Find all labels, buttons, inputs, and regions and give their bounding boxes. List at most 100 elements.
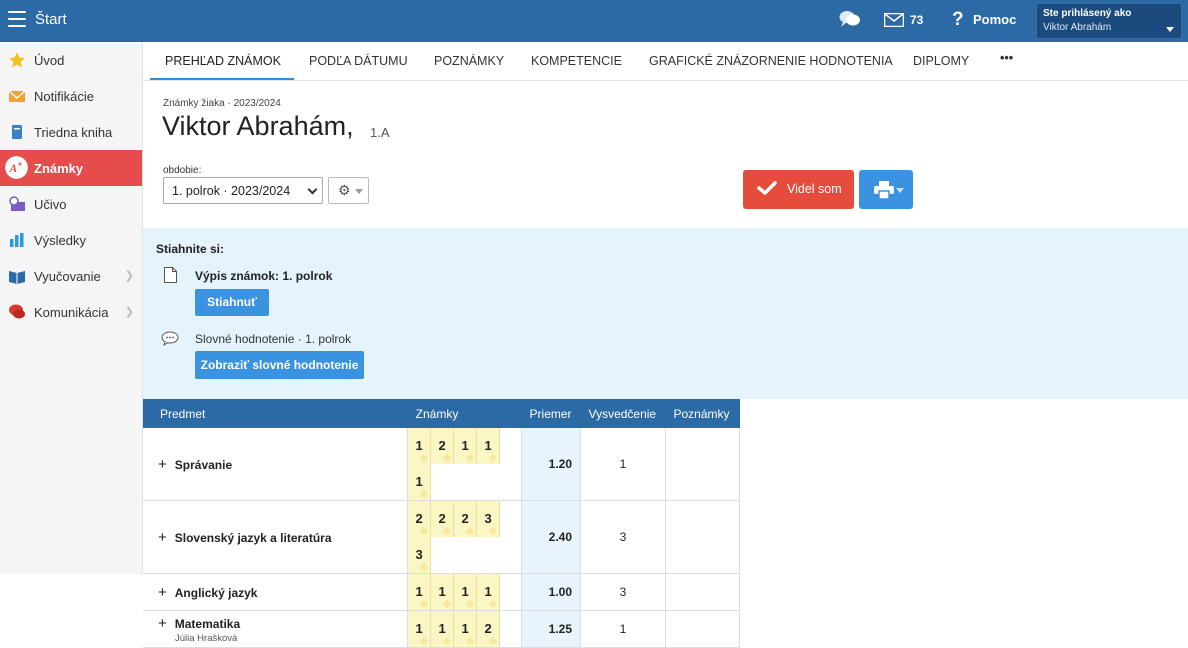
certificate-cell: 3 (580, 500, 666, 574)
help-link[interactable]: Pomoc (973, 12, 1016, 27)
help-icon[interactable]: ? (952, 9, 964, 31)
grade-mark[interactable]: 1 (408, 428, 432, 464)
grade-mark[interactable]: 1 (454, 574, 478, 610)
tab-poznamky[interactable]: POZNÁMKY (434, 54, 504, 68)
certificate-cell: 3 (580, 573, 666, 611)
grade-mark[interactable]: 1 (408, 574, 432, 610)
envelope-icon (8, 90, 26, 102)
grade-mark[interactable]: 1 (454, 428, 478, 464)
average-cell: 1.25 (521, 610, 582, 648)
period-select-value: 1. polrok · 2023/2024 (172, 184, 291, 198)
bar-chart-icon (10, 233, 24, 247)
hamburger-menu-icon[interactable] (8, 11, 26, 27)
tab-graficke-znazornenie[interactable]: GRAFICKÉ ZNÁZORNENIE HODNOTENIA (649, 54, 893, 68)
column-header-znamky: Známky (407, 399, 522, 428)
tab-podla-datumu[interactable]: PODĽA DÁTUMU (309, 54, 408, 68)
grade-mark[interactable]: 1 (408, 464, 432, 500)
print-button[interactable] (859, 170, 913, 209)
sidebar-item-label: Učivo (34, 196, 67, 212)
certificate-cell: 1 (580, 610, 666, 648)
tab-more[interactable]: ••• (1000, 51, 1013, 65)
subject-cell[interactable]: + Anglický jazyk (143, 573, 409, 611)
grade-mark[interactable]: 2 (454, 501, 478, 537)
sidebar-item-vyucovanie[interactable]: Vyučovanie ❯ (0, 258, 142, 294)
grade-mark[interactable]: 2 (431, 501, 455, 537)
subject-cell[interactable]: + Matematika Júlia Hrašková (143, 610, 409, 648)
sidebar-item-znamky[interactable]: A + Známky (0, 150, 142, 186)
chevron-right-icon: ❯ (124, 270, 134, 282)
grade-mark[interactable]: 2 (431, 428, 455, 464)
open-book-icon (9, 271, 25, 284)
period-select[interactable]: 1. polrok · 2023/2024 (163, 177, 323, 204)
download-button[interactable]: Stiahnuť (195, 289, 269, 316)
tab-kompetencie[interactable]: KOMPETENCIE (531, 54, 622, 68)
grade-mark[interactable]: 1 (477, 574, 501, 610)
show-verbal-assessment-button[interactable]: Zobraziť slovné hodnotenie (195, 351, 364, 379)
subject-cell[interactable]: + Správanie (143, 428, 409, 501)
expand-plus-icon[interactable]: + (158, 584, 167, 601)
sidebar-item-label: Známky (34, 160, 84, 176)
download-section: Stiahnite si: Výpis známok: 1. polrok St… (143, 228, 1188, 399)
mail-icon[interactable] (884, 13, 904, 27)
table-row[interactable]: + Anglický jazyk 1111 1.00 3 (143, 573, 741, 611)
caret-down-icon (355, 189, 363, 194)
printer-icon (874, 181, 894, 199)
subject-name: Matematika (174, 616, 241, 631)
grades-cell: 1112 (407, 610, 523, 648)
note-cell (665, 500, 741, 574)
tab-prehlad-znamok[interactable]: PREHĽAD ZNÁMOK (165, 54, 281, 68)
tab-bar: PREHĽAD ZNÁMOK PODĽA DÁTUMU POZNÁMKY KOM… (143, 42, 1188, 81)
star-icon (9, 52, 25, 68)
grade-mark[interactable]: 3 (477, 501, 501, 537)
sidebar-item-ucivo[interactable]: Učivo (0, 186, 142, 222)
user-menu[interactable]: Ste prihlásený ako Viktor Abrahám (1036, 3, 1182, 39)
certificate-cell: 1 (580, 428, 666, 501)
settings-dropdown-button[interactable]: ⚙ (328, 177, 369, 204)
grade-mark[interactable]: 3 (408, 537, 432, 573)
sidebar-item-notifikacie[interactable]: Notifikácie (0, 78, 142, 114)
grade-mark[interactable]: 2 (408, 501, 432, 537)
expand-plus-icon[interactable]: + (158, 529, 167, 546)
grade-mark[interactable]: 1 (477, 428, 501, 464)
grade-mark[interactable]: 1 (408, 611, 432, 647)
grade-mark[interactable]: 1 (431, 574, 455, 610)
mail-count-badge: 73 (910, 13, 924, 27)
expand-plus-icon[interactable]: + (158, 615, 167, 632)
table-row[interactable]: + Správanie 1 2 1 11 1.20 1 (143, 428, 741, 501)
sidebar-item-komunikacia[interactable]: Komunikácia ❯ (0, 294, 142, 330)
breadcrumb: Známky žiaka · 2023/2024 (163, 98, 281, 109)
grades-table: Predmet Známky Priemer Vysvedčenie Pozná… (143, 399, 741, 648)
grade-mark[interactable]: 1 (454, 611, 478, 647)
expand-plus-icon[interactable]: + (158, 456, 167, 473)
column-header-priemer: Priemer (521, 399, 581, 428)
grade-mark[interactable]: 2 (477, 611, 501, 647)
grade-mark[interactable]: 1 (431, 611, 455, 647)
gear-icon: ⚙ (338, 182, 351, 198)
videl-som-button[interactable]: Videl som (743, 170, 854, 209)
sidebar-item-label: Komunikácia (34, 304, 109, 320)
videl-som-label: Videl som (787, 182, 842, 196)
sidebar-item-vysledky[interactable]: Výsledky (0, 222, 142, 258)
checkmark-icon (757, 181, 777, 195)
table-row[interactable]: + Matematika Júlia Hrašková 1112 1.25 1 (143, 610, 741, 648)
column-header-predmet: Predmet (143, 399, 408, 428)
sidebar-item-uvod[interactable]: Úvod (0, 42, 142, 78)
user-label: Ste prihlásený ako (1043, 8, 1132, 19)
sidebar-item-triedna-kniha[interactable]: Triedna kniha (0, 114, 142, 150)
chevron-down-icon (1166, 27, 1174, 32)
lesson-icon (9, 196, 25, 211)
student-class: 1.A (370, 125, 390, 140)
table-row[interactable]: + Slovenský jazyk a literatúra 2 2 2 33 2.40… (143, 500, 741, 574)
subject-cell[interactable]: + Slovenský jazyk a literatúra (143, 500, 409, 574)
sidebar: Úvod Notifikácie Triedna kniha A + Známky… (0, 42, 143, 574)
average-cell: 2.40 (521, 500, 582, 574)
grades-cell: 1 2 1 11 (407, 428, 523, 501)
chat-bubbles-icon[interactable] (839, 10, 861, 28)
active-tab-indicator (150, 78, 294, 80)
tab-diplomy[interactable]: DIPLOMY (913, 54, 969, 68)
period-label: obdobie: (163, 165, 202, 176)
app-title[interactable]: Štart (35, 11, 67, 28)
chat-icon (9, 304, 25, 319)
svg-text:+: + (18, 159, 23, 168)
note-cell (665, 610, 741, 648)
